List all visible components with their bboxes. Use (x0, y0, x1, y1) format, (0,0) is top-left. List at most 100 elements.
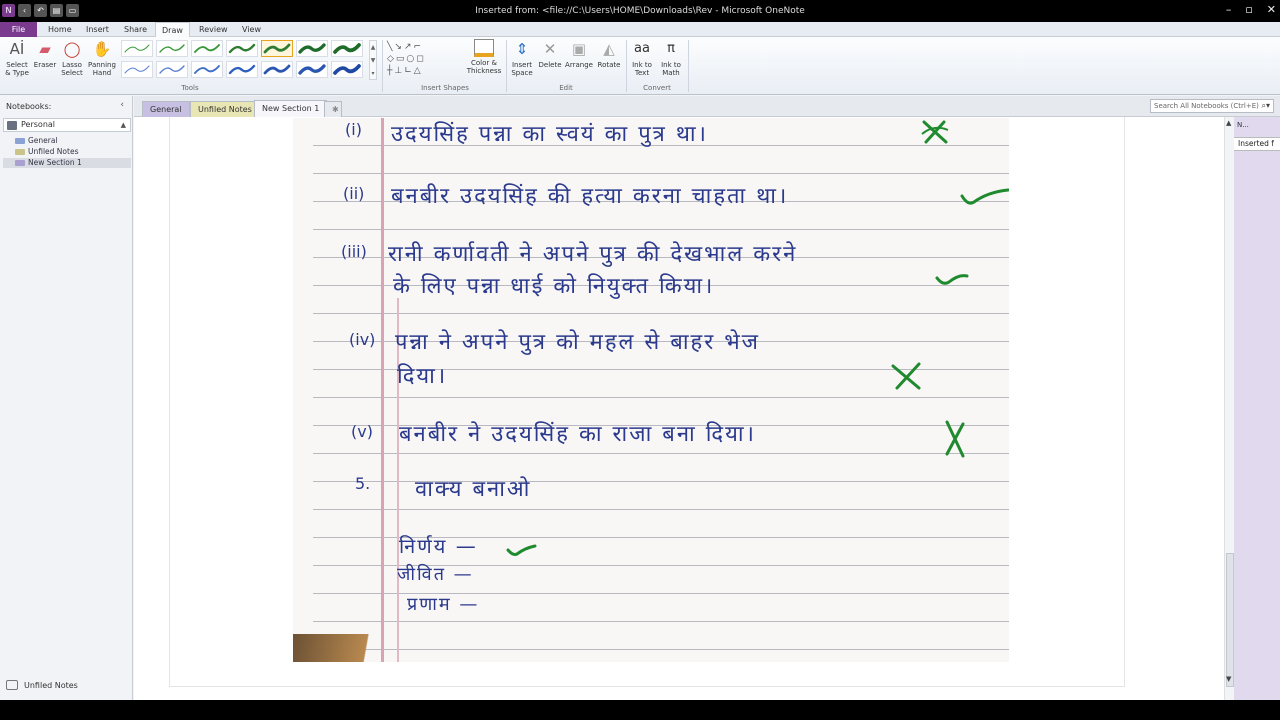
pen-swatch[interactable] (121, 40, 153, 57)
pen-swatch[interactable] (156, 61, 188, 78)
select-type-button[interactable]: Aİ Select & Type (3, 39, 31, 77)
pen-gallery-scroll[interactable]: ▲ ▼ ▾ (369, 40, 377, 80)
shapes-gallery[interactable]: ╲↘↗⌐ ◇▭○◻ ┼⊥∟△ (387, 41, 455, 79)
notebook-icon (7, 121, 17, 130)
pen-swatch[interactable] (296, 40, 328, 57)
nav-section-unfiled[interactable]: Unfiled Notes (3, 147, 131, 157)
delete-icon: ✕ (543, 40, 557, 58)
separator (688, 40, 689, 92)
window-controls: – ▫ ✕ (1226, 3, 1276, 16)
tick-mark-icon (935, 274, 969, 285)
pen-stroke-icon (333, 64, 361, 75)
page-tabs-pane: N... Inserted f (1234, 117, 1280, 700)
pen-swatch[interactable] (226, 61, 258, 78)
pen-stroke-icon (263, 64, 291, 75)
minimize-icon[interactable]: – (1226, 3, 1232, 16)
answer-line: रानी कर्णावती ने अपने पुत्र की देखभाल कर… (388, 242, 798, 267)
answer-number: (i) (345, 120, 362, 139)
pen-swatch[interactable] (261, 61, 293, 78)
line-shape-icon: ╲↘↗⌐ (387, 42, 424, 52)
close-icon[interactable]: ✕ (1267, 3, 1276, 16)
answer-number: (v) (351, 422, 373, 441)
pen-stroke-icon (263, 43, 291, 54)
pen-stroke-icon (159, 44, 185, 53)
pen-swatch[interactable] (226, 40, 258, 57)
inserted-notebook-image[interactable]: (i) उदयसिंह पन्ना का स्वयं का पुत्र था। … (293, 118, 1009, 662)
pen-stroke-icon (159, 65, 185, 74)
select-type-icon: Aİ (9, 40, 25, 58)
ink-to-math-button[interactable]: π Ink to Math (657, 39, 685, 77)
tools-group-label: Tools (181, 84, 199, 92)
arrange-icon: ▣ (571, 40, 587, 58)
answer-number: (ii) (343, 184, 365, 203)
vertical-scrollbar[interactable]: ▲ ▼ (1224, 117, 1234, 700)
insert-space-button[interactable]: ⇕ Insert Space (508, 39, 536, 77)
collapse-notebook-icon[interactable]: ▲ (121, 119, 126, 131)
pen-swatch[interactable] (331, 40, 363, 57)
unfiled-notes-link[interactable]: Unfiled Notes (6, 680, 78, 690)
ribbon-tabs: File Home Insert Share Draw Review View (0, 22, 1280, 38)
cross-mark-icon (891, 362, 921, 390)
tab-home[interactable]: Home (42, 22, 78, 37)
tab-share[interactable]: Share (118, 22, 153, 37)
search-icon[interactable]: ⌕▾ (1262, 100, 1271, 112)
answer-number: (iii) (341, 242, 367, 261)
scroll-up-icon[interactable]: ▲ (1226, 119, 1231, 127)
lasso-select-button[interactable]: ◯ Lasso Select (59, 39, 85, 77)
scroll-thumb[interactable] (1226, 553, 1234, 687)
color-thickness-icon (474, 39, 494, 57)
pen-stroke-icon (298, 64, 326, 75)
convert-group-label: Convert (643, 84, 671, 92)
search-box[interactable]: Search All Notebooks (Ctrl+E) ⌕▾ (1150, 99, 1274, 113)
unfiled-notes-icon (6, 680, 18, 690)
nav-section-general[interactable]: General (3, 136, 131, 146)
color-thickness-button[interactable]: Color & Thickness (466, 39, 502, 75)
page-tab-inserted[interactable]: Inserted f (1234, 137, 1280, 151)
pen-swatch[interactable] (156, 40, 188, 57)
insert-shapes-group-label: Insert Shapes (421, 84, 469, 92)
window-title: Inserted from: <file://C:\Users\HOME\Dow… (475, 6, 805, 16)
rotate-icon: ◭ (603, 40, 615, 58)
nav-section-new-section-1[interactable]: New Section 1 (3, 158, 131, 168)
edit-group-label: Edit (559, 84, 573, 92)
pen-stroke-icon (194, 44, 220, 53)
arrange-button[interactable]: ▣ Arrange (564, 39, 594, 69)
pen-stroke-icon (124, 44, 150, 53)
ink-to-text-button[interactable]: aa Ink to Text (628, 39, 656, 77)
panning-hand-button[interactable]: ✋ Panning Hand (86, 39, 118, 77)
collapse-nav-icon[interactable]: ‹ (120, 100, 124, 110)
new-section-icon[interactable]: ✱ (324, 101, 342, 117)
maximize-icon[interactable]: ▫ (1245, 3, 1252, 16)
tab-section-unfiled[interactable]: Unfiled Notes (190, 101, 260, 117)
delete-button[interactable]: ✕ Delete (537, 39, 563, 69)
answer-line: दिया। (397, 364, 448, 389)
title-bar: N ‹ ↶ ▤ ▭ Inserted from: <file://C:\User… (0, 0, 1280, 22)
notebook-personal[interactable]: Personal ▲ (3, 118, 131, 132)
eraser-button[interactable]: ▰ Eraser (32, 39, 58, 69)
tab-section-new-section-1[interactable]: New Section 1 (254, 100, 328, 117)
section-tabs-bar: General Unfiled Notes New Section 1 ✱ Se… (134, 96, 1280, 117)
margin-line (381, 118, 384, 662)
screen-bottom-bar (0, 700, 1280, 720)
pen-swatch[interactable] (191, 40, 223, 57)
scroll-down-icon[interactable]: ▼ (1226, 675, 1231, 683)
page-corner (293, 634, 413, 662)
search-input[interactable]: Search All Notebooks (Ctrl+E) (1154, 102, 1259, 110)
word-line: निर्णय — (399, 534, 478, 558)
tab-review[interactable]: Review (193, 22, 234, 37)
pen-swatch[interactable] (296, 61, 328, 78)
pen-swatch[interactable] (261, 40, 293, 57)
tab-insert[interactable]: Insert (80, 22, 115, 37)
tab-view[interactable]: View (236, 22, 267, 37)
pen-swatch[interactable] (121, 61, 153, 78)
pen-swatch[interactable] (331, 61, 363, 78)
pen-swatch[interactable] (191, 61, 223, 78)
rotate-button[interactable]: ◭ Rotate (595, 39, 623, 69)
answer-line: बनबीर ने उदयसिंह का राजा बना दिया। (399, 422, 756, 447)
section-icon (15, 160, 25, 166)
new-page-button[interactable]: N... (1237, 121, 1249, 129)
pen-stroke-icon (298, 43, 326, 54)
tab-section-general[interactable]: General (142, 101, 190, 117)
tab-file[interactable]: File (0, 22, 37, 37)
tab-draw[interactable]: Draw (155, 22, 190, 38)
